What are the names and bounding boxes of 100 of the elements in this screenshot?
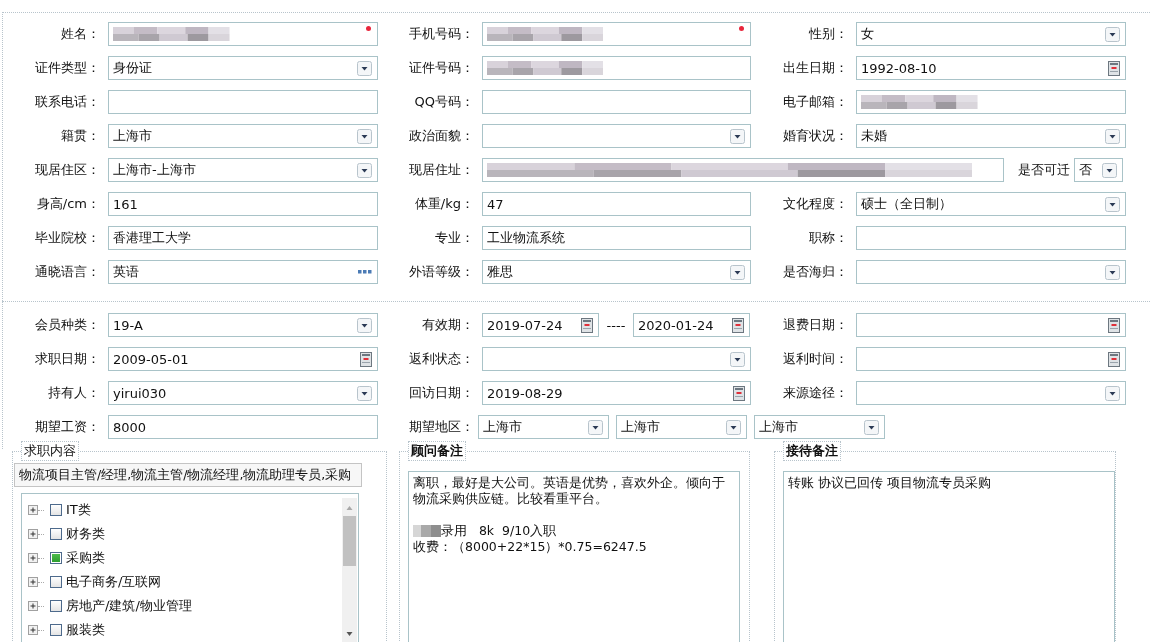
expand-icon[interactable] xyxy=(28,601,38,611)
panel-title: 求职内容 xyxy=(21,441,79,461)
field-label: 联系电话： xyxy=(34,93,101,111)
dropdown[interactable]: 上海市 xyxy=(478,415,609,439)
dropdown[interactable]: 女 xyxy=(856,22,1126,46)
tree-item[interactable]: 采购类 xyxy=(28,546,342,570)
text-field[interactable]: 161 xyxy=(108,192,378,216)
field-label: 婚育状况： xyxy=(782,127,849,145)
text-field[interactable] xyxy=(108,22,378,46)
field-label: 退费日期： xyxy=(782,316,849,334)
tree-item[interactable]: 电子商务/互联网 xyxy=(28,570,342,594)
calendar-icon[interactable] xyxy=(1108,351,1120,367)
field-label: 证件号码： xyxy=(408,59,475,77)
field-label: 体重/kg： xyxy=(413,195,475,213)
expand-icon[interactable] xyxy=(28,529,38,539)
date-field[interactable]: 2019-08-29 xyxy=(482,381,751,405)
field-label: 电子邮箱： xyxy=(782,93,849,111)
dropdown[interactable]: 上海市 xyxy=(616,415,747,439)
blurred-text-drawing xyxy=(413,525,441,537)
dropdown[interactable]: 上海市 xyxy=(108,124,378,148)
dropdown[interactable]: 19-A xyxy=(108,313,378,337)
dropdown[interactable]: yirui030 xyxy=(108,381,378,405)
dropdown[interactable]: 上海市-上海市 xyxy=(108,158,378,182)
text-field[interactable] xyxy=(856,226,1126,250)
text-field[interactable]: 香港理工大学 xyxy=(108,226,378,250)
date-field[interactable] xyxy=(856,347,1126,371)
text-field[interactable] xyxy=(108,90,378,114)
checkbox[interactable] xyxy=(50,552,62,564)
tree-item[interactable]: 房地产/建筑/物业管理 xyxy=(28,594,342,618)
range-separator: ---- xyxy=(605,317,627,333)
note-text: 收费：（8000+22*15）*0.75=6247.5 xyxy=(413,539,647,555)
required-icon xyxy=(739,26,744,31)
field-label: 文化程度： xyxy=(782,195,849,213)
text-field[interactable]: 工业物流系统 xyxy=(482,226,751,250)
expand-icon[interactable] xyxy=(28,577,38,587)
date-field[interactable]: 1992-08-10 xyxy=(856,56,1126,80)
text-field[interactable] xyxy=(482,56,751,80)
ellipsis-icon[interactable] xyxy=(358,270,372,274)
checkbox[interactable] xyxy=(50,600,62,612)
checkbox[interactable] xyxy=(50,624,62,636)
text-field[interactable]: 物流项目主管/经理,物流主管/物流经理,物流助理专员,采购 xyxy=(14,463,362,487)
field-label: 籍贯： xyxy=(60,127,101,145)
text-field[interactable]: 8000 xyxy=(108,415,378,439)
field-label: 期望地区： xyxy=(408,418,475,436)
field-label: 政治面貌： xyxy=(408,127,475,145)
notes-field[interactable]: 转账 协议已回传 项目物流专员采购 xyxy=(783,471,1115,642)
note-text: 离职，最好是大公司。英语是优势，喜欢外企。倾向于物流采购供应链。比较看重平台。 xyxy=(413,475,726,507)
calendar-icon[interactable] xyxy=(581,317,593,333)
checkbox[interactable] xyxy=(50,528,62,540)
calendar-icon[interactable] xyxy=(1108,317,1120,333)
field-label: 职称： xyxy=(808,229,849,247)
text-field[interactable] xyxy=(482,90,751,114)
field-label: 求职日期： xyxy=(34,350,101,368)
calendar-icon[interactable] xyxy=(360,351,372,367)
field-label: 有效期： xyxy=(421,316,475,334)
field-label: QQ号码： xyxy=(413,93,475,111)
dropdown[interactable]: 硕士（全日制） xyxy=(856,192,1126,216)
date-field[interactable]: 2020-01-24 xyxy=(633,313,750,337)
note-text: 录用 8k 9/10入职 xyxy=(441,523,557,539)
required-icon xyxy=(366,26,371,31)
dropdown[interactable]: 雅思 xyxy=(482,260,751,284)
expand-icon[interactable] xyxy=(28,505,38,515)
lookup-field[interactable]: 英语 xyxy=(108,260,378,284)
expand-icon[interactable] xyxy=(28,625,38,635)
date-field[interactable]: 2009-05-01 xyxy=(108,347,378,371)
field-label: 专业： xyxy=(434,229,475,247)
field-label: 期望工资： xyxy=(34,418,101,436)
checkbox[interactable] xyxy=(50,576,62,588)
field-label: 出生日期： xyxy=(782,59,849,77)
field-label: 是否可迁 xyxy=(1018,161,1070,179)
text-field[interactable]: 47 xyxy=(482,192,751,216)
field-label: 会员种类： xyxy=(34,316,101,334)
field-label: 返利时间： xyxy=(782,350,849,368)
field-label: 姓名： xyxy=(60,25,101,43)
panel-title: 顾问备注 xyxy=(408,441,466,461)
field-label: 回访日期： xyxy=(408,384,475,402)
panel-title: 接待备注 xyxy=(783,441,841,461)
tree-item[interactable]: IT类 xyxy=(28,498,342,522)
date-field[interactable] xyxy=(856,313,1126,337)
field-label: 身高/cm： xyxy=(35,195,101,213)
tree-item[interactable]: 服装类 xyxy=(28,618,342,642)
notes-field[interactable]: 离职，最好是大公司。英语是优势，喜欢外企。倾向于物流采购供应链。比较看重平台。 录用 8k 9/10入职 收费：（8000+22*15）*0.75=6247.5 xyxy=(408,471,740,642)
checkbox[interactable] xyxy=(50,504,62,516)
field-label: 现居住址： xyxy=(408,161,475,179)
dropdown[interactable]: 身份证 xyxy=(108,56,378,80)
calendar-icon[interactable] xyxy=(732,317,744,333)
calendar-icon[interactable] xyxy=(733,385,745,401)
calendar-icon[interactable] xyxy=(1108,60,1120,76)
dropdown[interactable]: 未婚 xyxy=(856,124,1126,148)
tree-item[interactable]: 财务类 xyxy=(28,522,342,546)
date-field[interactable]: 2019-07-24 xyxy=(482,313,599,337)
scrollbar[interactable] xyxy=(342,498,357,642)
expand-icon[interactable] xyxy=(28,553,38,563)
field-label: 返利状态： xyxy=(408,350,475,368)
text-field[interactable] xyxy=(482,158,1004,182)
text-field[interactable] xyxy=(482,22,751,46)
field-label: 来源途径： xyxy=(782,384,849,402)
dropdown[interactable]: 上海市 xyxy=(754,415,885,439)
text-field[interactable] xyxy=(856,90,1126,114)
dropdown[interactable]: 否 xyxy=(1074,158,1123,182)
